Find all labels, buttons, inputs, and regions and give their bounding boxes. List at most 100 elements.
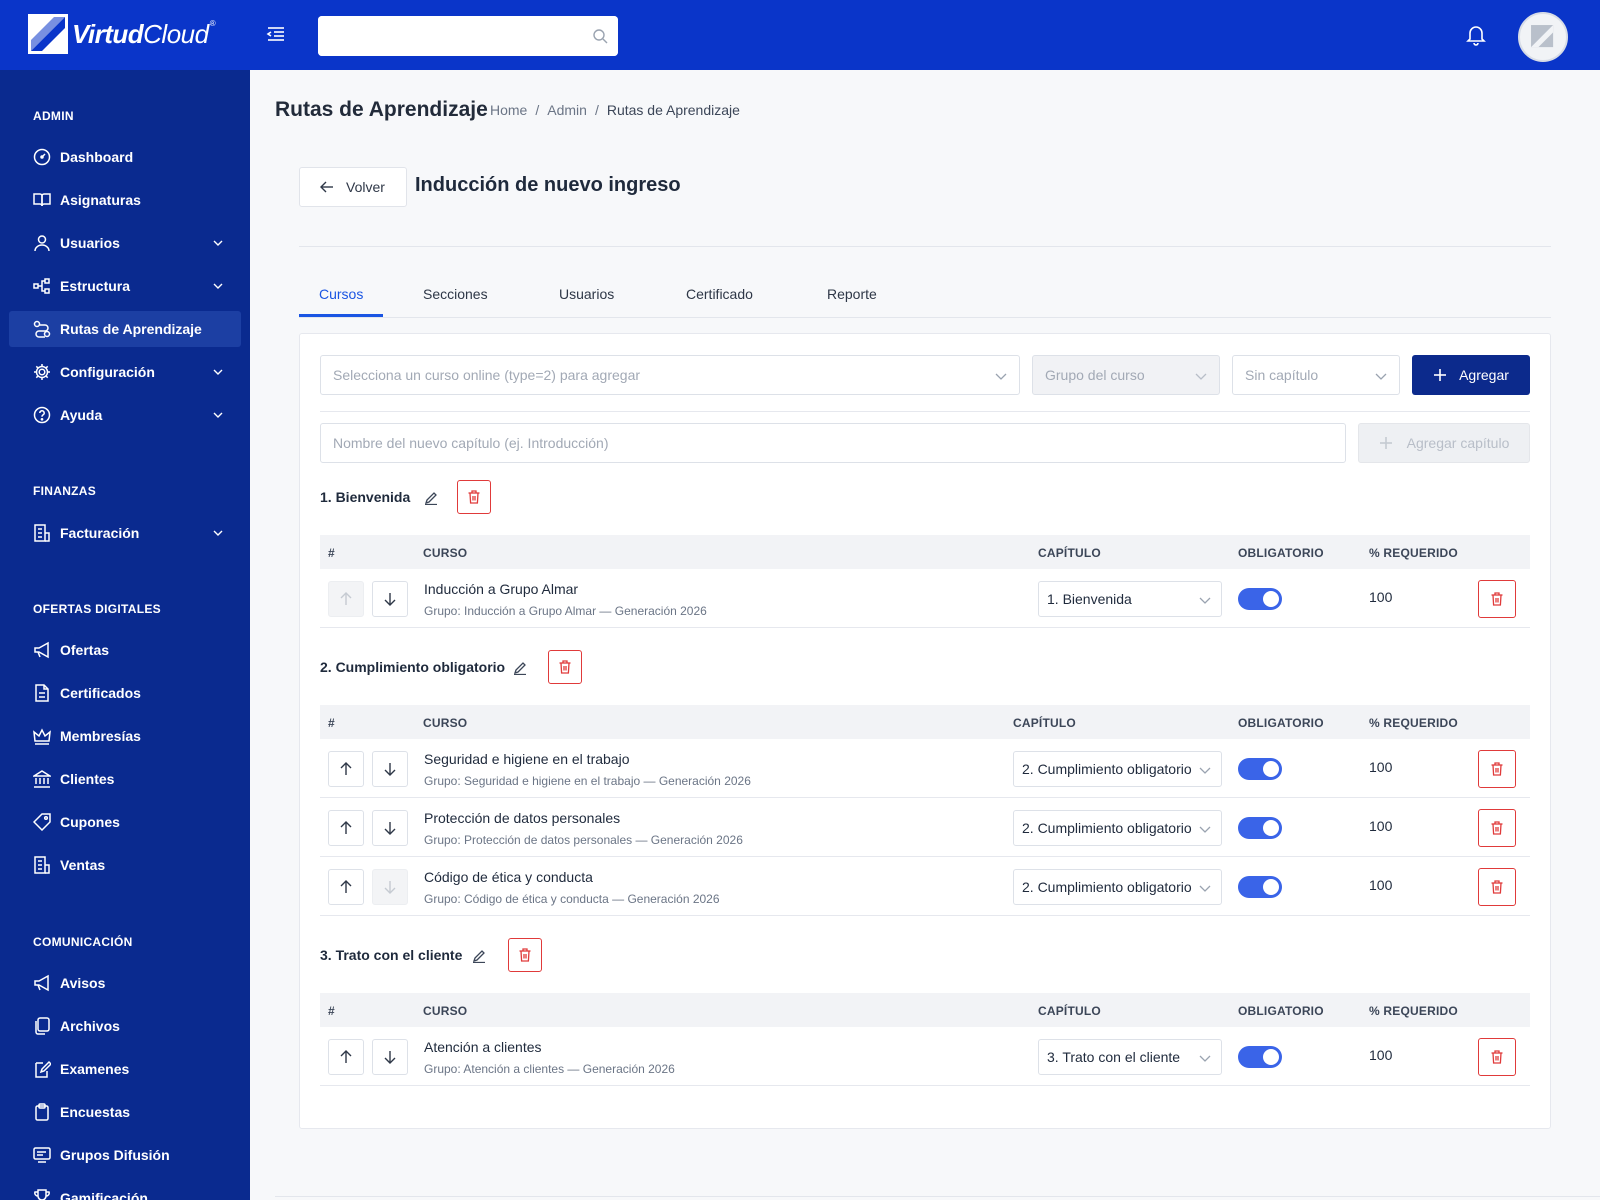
course-name: Inducción a Grupo Almar [424, 581, 579, 597]
sidebar-item-clientes[interactable]: Clientes [9, 761, 241, 797]
sidebar-item-ventas[interactable]: Ventas [9, 847, 241, 883]
row-chapter-select[interactable]: 1. Bienvenida [1038, 581, 1222, 617]
move-down-button[interactable] [372, 1039, 408, 1075]
new-chapter-input[interactable]: Nombre del nuevo capítulo (ej. Introducc… [320, 423, 1346, 463]
row-chapter-select[interactable]: 2. Cumplimiento obligatorio [1013, 751, 1222, 787]
sidebar-item-membresias[interactable]: Membresías [9, 718, 241, 754]
search-input[interactable] [318, 16, 618, 56]
route-icon [33, 320, 51, 338]
sidebar-item-asignaturas[interactable]: Asignaturas [9, 182, 241, 218]
back-button[interactable]: Volver [299, 167, 407, 207]
sidebar-item-archivos[interactable]: Archivos [9, 1008, 241, 1044]
sidebar-item-label: Membresías [60, 728, 141, 744]
add-course-button[interactable]: Agregar [1412, 355, 1530, 395]
tab-certificado[interactable]: Certificado [686, 286, 753, 318]
course-group-select[interactable]: Grupo del curso [1032, 355, 1220, 395]
arrow-down-icon [384, 822, 396, 835]
gear-icon [34, 364, 50, 380]
move-down-button[interactable] [372, 581, 408, 617]
sidebar-item-label: Examenes [60, 1061, 130, 1077]
move-up-button[interactable] [328, 810, 364, 846]
breadcrumb-home[interactable]: Home [490, 102, 527, 118]
sidebar-item-ofertas[interactable]: Ofertas [9, 632, 241, 668]
sidebar-item-dashboard[interactable]: Dashboard [9, 139, 241, 175]
search-icon[interactable] [592, 28, 608, 44]
sidebar-item-cupones[interactable]: Cupones [9, 804, 241, 840]
required-toggle[interactable] [1238, 876, 1282, 898]
user-avatar[interactable] [1518, 12, 1568, 62]
sidebar-item-examenes[interactable]: Examenes [9, 1051, 241, 1087]
brand-name: VirtudCloud® [72, 18, 216, 49]
menu-collapse-icon[interactable] [266, 24, 286, 44]
page-title: Rutas de Aprendizaje [275, 98, 488, 121]
chevron-down-icon [213, 412, 223, 418]
edit-icon[interactable] [424, 491, 438, 505]
delete-chapter-button[interactable] [508, 938, 542, 972]
move-up-button[interactable] [328, 751, 364, 787]
col-chapter: CAPÍTULO [1013, 716, 1076, 730]
tab-usuarios[interactable]: Usuarios [559, 286, 614, 318]
course-select[interactable]: Selecciona un curso online (type=2) para… [320, 355, 1020, 395]
delete-chapter-button[interactable] [457, 480, 491, 514]
required-toggle[interactable] [1238, 758, 1282, 780]
delete-course-button[interactable] [1478, 868, 1516, 906]
table-header: # CURSO CAPÍTULO OBLIGATORIO % REQUERIDO [320, 535, 1530, 569]
row-chapter-select[interactable]: 2. Cumplimiento obligatorio [1013, 810, 1222, 846]
sidebar-item-avisos[interactable]: Avisos [9, 965, 241, 1001]
footer-divider [275, 1196, 1600, 1197]
move-down-button[interactable] [372, 869, 408, 905]
sidebar-item-rutas-de-aprendizaje[interactable]: Rutas de Aprendizaje [9, 311, 241, 347]
required-toggle[interactable] [1238, 817, 1282, 839]
sidebar-item-facturacion[interactable]: Facturación [9, 515, 241, 551]
sidebar-item-grupos-difusion[interactable]: Grupos Difusión [9, 1137, 241, 1173]
tag-icon [33, 813, 51, 831]
course-name: Código de ética y conducta [424, 869, 593, 885]
arrow-up-icon [340, 821, 352, 834]
notifications-bell-icon[interactable] [1466, 24, 1486, 46]
required-toggle[interactable] [1238, 1046, 1282, 1068]
sidebar-item-usuarios[interactable]: Usuarios [9, 225, 241, 261]
move-up-button[interactable] [328, 581, 364, 617]
sidebar-item-encuestas[interactable]: Encuestas [9, 1094, 241, 1130]
course-group: Grupo: Seguridad e higiene en el trabajo… [424, 774, 751, 788]
move-up-button[interactable] [328, 869, 364, 905]
sidebar-item-ayuda[interactable]: Ayuda [9, 397, 241, 433]
delete-course-button[interactable] [1478, 809, 1516, 847]
delete-chapter-button[interactable] [548, 650, 582, 684]
edit-icon[interactable] [472, 949, 486, 963]
back-button-label: Volver [346, 179, 385, 195]
chapter-title: 3. Trato con el cliente [320, 947, 463, 963]
chevron-down-icon [213, 240, 223, 246]
move-down-button[interactable] [372, 810, 408, 846]
delete-course-button[interactable] [1478, 580, 1516, 618]
sidebar-item-configuracion[interactable]: Configuración [9, 354, 241, 390]
move-up-button[interactable] [328, 1039, 364, 1075]
book-icon [33, 193, 51, 207]
delete-course-button[interactable] [1478, 750, 1516, 788]
edit-icon[interactable] [513, 661, 527, 675]
tabs: Cursos Secciones Usuarios Certificado Re… [299, 282, 1551, 318]
tab-secciones[interactable]: Secciones [423, 286, 488, 318]
sidebar-item-label: Ventas [60, 857, 106, 873]
sidebar-item-label: Configuración [60, 364, 155, 380]
move-down-button[interactable] [372, 751, 408, 787]
sidebar-item-gamificacion[interactable]: Gamificación [9, 1180, 241, 1200]
add-chapter-button[interactable]: Agregar capítulo [1358, 423, 1530, 463]
sidebar-item-certificados[interactable]: Certificados [9, 675, 241, 711]
row-chapter-value: 2. Cumplimiento obligatorio [1022, 879, 1192, 895]
row-chapter-select[interactable]: 3. Trato con el cliente [1038, 1039, 1222, 1075]
sidebar-item-label: Rutas de Aprendizaje [60, 321, 202, 337]
chapter-select[interactable]: Sin capítulo [1232, 355, 1400, 395]
breadcrumb-separator: / [535, 102, 540, 118]
sidebar-item-estructura[interactable]: Estructura [9, 268, 241, 304]
breadcrumb-admin[interactable]: Admin [547, 102, 587, 118]
sidebar-item-label: Gamificación [60, 1190, 148, 1200]
trash-icon [1491, 880, 1503, 894]
chevron-down-icon [1199, 597, 1211, 604]
col-required: OBLIGATORIO [1238, 546, 1324, 560]
required-toggle[interactable] [1238, 588, 1282, 610]
delete-course-button[interactable] [1478, 1038, 1516, 1076]
row-chapter-select[interactable]: 2. Cumplimiento obligatorio [1013, 869, 1222, 905]
brand-logo[interactable]: VirtudCloud® [28, 14, 216, 54]
tab-reporte[interactable]: Reporte [827, 286, 877, 318]
